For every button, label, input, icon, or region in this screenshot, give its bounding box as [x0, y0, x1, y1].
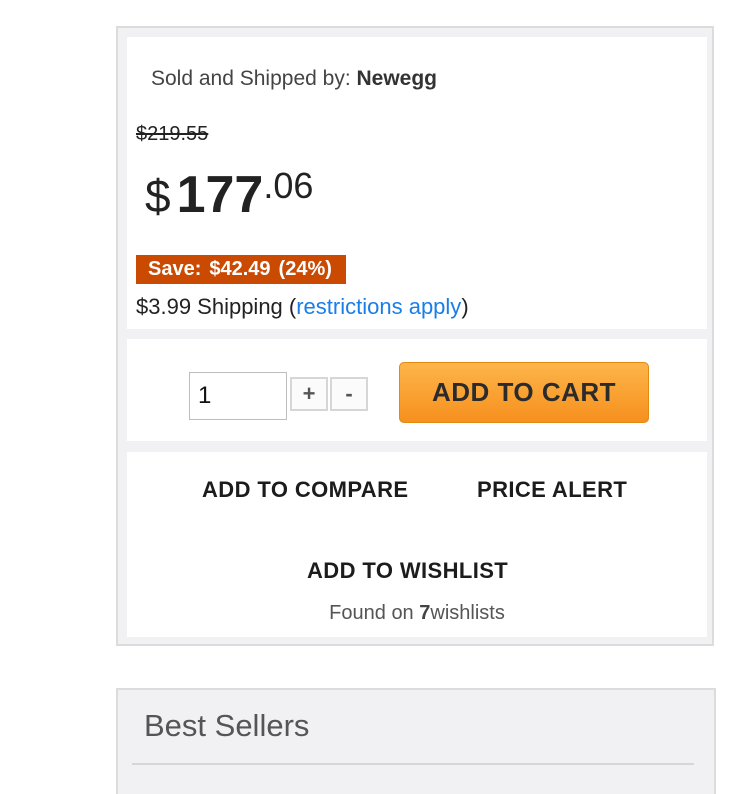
product-purchase-page: Sold and Shipped by: Newegg $219.55 $177…: [0, 0, 740, 794]
shipping-info: $3.99 Shipping (restrictions apply): [136, 294, 469, 320]
actions-panel: ADD TO COMPARE PRICE ALERT ADD TO WISHLI…: [127, 452, 707, 637]
add-to-compare-button[interactable]: ADD TO COMPARE: [202, 477, 408, 503]
seller-prefix: Sold and Shipped by:: [151, 67, 357, 90]
found-count: 7: [419, 602, 431, 624]
best-sellers-title: Best Sellers: [144, 708, 310, 743]
price-currency: $: [145, 170, 171, 222]
save-label: Save:: [148, 258, 202, 280]
buy-box: Sold and Shipped by: Newegg $219.55 $177…: [116, 26, 714, 646]
current-price: $177.06: [145, 165, 313, 225]
found-suffix: wishlists: [430, 602, 505, 624]
price-alert-button[interactable]: PRICE ALERT: [477, 477, 627, 503]
quantity-decrease-button[interactable]: -: [330, 377, 368, 411]
save-amount: $42.49: [209, 258, 271, 280]
add-to-wishlist-button[interactable]: ADD TO WISHLIST: [307, 558, 508, 584]
wishlist-count: Found on 7wishlists: [127, 602, 707, 625]
seller-name: Newegg: [356, 67, 438, 90]
quantity-increase-button[interactable]: +: [290, 377, 328, 411]
savings-badge: Save: $42.49 (24%): [136, 255, 346, 284]
best-sellers-divider: [132, 763, 694, 765]
cart-panel: + - ADD TO CART: [127, 339, 707, 441]
save-percent: (24%): [278, 258, 332, 280]
price-cents: .06: [263, 165, 314, 206]
was-price: $219.55: [136, 123, 209, 145]
best-sellers-box: Best Sellers: [116, 688, 716, 794]
seller-info: Sold and Shipped by: Newegg: [151, 67, 437, 91]
found-prefix: Found on: [329, 602, 420, 624]
shipping-cost: $3.99 Shipping (: [136, 294, 297, 319]
price-dollars: 177: [176, 166, 264, 224]
restrictions-link[interactable]: restrictions apply: [296, 294, 461, 319]
shipping-suffix: ): [461, 294, 469, 319]
add-to-cart-button[interactable]: ADD TO CART: [399, 362, 649, 423]
price-panel: Sold and Shipped by: Newegg $219.55 $177…: [127, 37, 707, 329]
quantity-input[interactable]: [189, 372, 287, 420]
